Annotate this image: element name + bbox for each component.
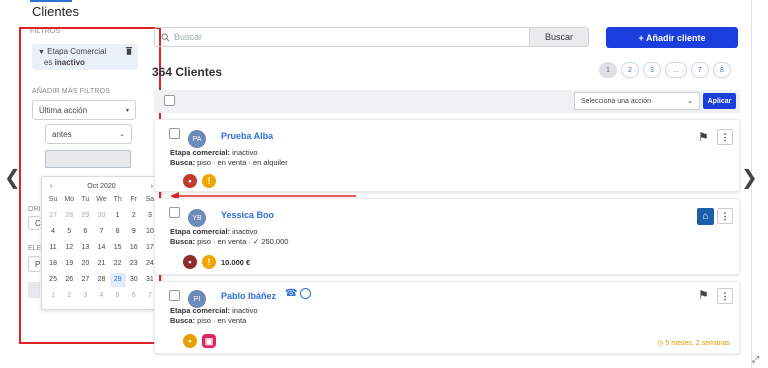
- page-2[interactable]: 2: [621, 62, 639, 78]
- last-contact-time: ◷ 5 meses, 2 semanas: [657, 340, 730, 347]
- clients-count: 364 Clientes: [152, 65, 223, 79]
- top-accent-line: [30, 0, 72, 2]
- next-arrow-icon[interactable]: ❯: [741, 165, 758, 189]
- client-card[interactable]: PI Pablo Ibáñez ☎ Etapa comercial: inact…: [154, 281, 740, 354]
- agent-avatar: •: [183, 334, 197, 348]
- search-criteria-label: Busca:: [170, 237, 196, 246]
- search-criteria-label: Busca:: [170, 316, 196, 325]
- stage-label: Etapa comercial:: [170, 227, 231, 236]
- client-card[interactable]: YB Yessica Boo Etapa comercial: inactivo…: [154, 198, 740, 275]
- more-options-icon[interactable]: ⋮: [717, 129, 733, 145]
- avatar: PA: [188, 130, 206, 148]
- bulk-action-placeholder: Selecciona una acción: [581, 97, 652, 105]
- stage-value: inactivo: [232, 227, 258, 236]
- client-checkbox[interactable]: [169, 128, 180, 139]
- warning-icon: !: [202, 174, 216, 188]
- stage-label: Etapa comercial:: [170, 306, 231, 315]
- budget-value: 10.000 €: [221, 257, 251, 267]
- page-3[interactable]: 3: [643, 62, 661, 78]
- resize-icon[interactable]: ⤢: [752, 354, 759, 365]
- client-name[interactable]: Pablo Ibáñez: [221, 291, 276, 301]
- stage-value: inactivo: [232, 148, 258, 157]
- add-client-button[interactable]: + Añadir cliente: [606, 27, 738, 48]
- stage-label: Etapa comercial:: [170, 148, 231, 157]
- client-name[interactable]: Yessica Boo: [221, 210, 274, 220]
- bulk-action-select[interactable]: Selecciona una acción ⌄: [574, 92, 700, 110]
- search-criteria-label: Busca:: [170, 158, 196, 167]
- page-7[interactable]: 7: [691, 62, 709, 78]
- apply-button[interactable]: Aplicar: [703, 93, 736, 109]
- page-1[interactable]: 1: [599, 62, 617, 78]
- search-button[interactable]: Buscar: [529, 27, 589, 47]
- search-input[interactable]: Buscar: [154, 27, 530, 47]
- page-8[interactable]: 8: [713, 62, 731, 78]
- page-ellipsis[interactable]: ...: [665, 62, 687, 78]
- chevron-down-icon: ⌄: [687, 98, 693, 105]
- client-checkbox[interactable]: [169, 290, 180, 301]
- agent-avatar: •: [183, 255, 197, 269]
- pagination: 1 2 3 ... 7 8: [599, 62, 731, 78]
- annotation-highlight-box: [19, 27, 161, 344]
- warning-icon: !: [202, 255, 216, 269]
- page-title: Clientes: [32, 4, 79, 19]
- whatsapp-icon[interactable]: [300, 288, 311, 299]
- avatar: YB: [188, 209, 206, 227]
- agent-avatar: •: [183, 174, 197, 188]
- client-name[interactable]: Prueba Alba: [221, 131, 273, 141]
- agent-assign-icon[interactable]: ⚑: [698, 130, 709, 144]
- more-options-icon[interactable]: ⋮: [717, 208, 733, 224]
- phone-icon[interactable]: ☎: [285, 288, 297, 299]
- search-placeholder: Buscar: [174, 32, 203, 42]
- search-criteria-value: piso · en venta: [197, 316, 247, 325]
- search-criteria-value: piso · en venta · ✓ 250.000: [197, 237, 289, 246]
- calendar-event-icon: ▣: [202, 334, 216, 348]
- agent-assign-icon[interactable]: ⚑: [698, 288, 709, 302]
- more-options-icon[interactable]: ⋮: [717, 288, 733, 304]
- search-criteria-value: piso · en venta · en alquiler: [197, 158, 288, 167]
- select-all-checkbox[interactable]: [164, 95, 175, 106]
- stage-value: inactivo: [232, 306, 258, 315]
- search-icon: [161, 32, 170, 41]
- client-card[interactable]: PA Prueba Alba Etapa comercial: inactivo…: [154, 119, 740, 192]
- client-checkbox[interactable]: [169, 207, 180, 218]
- last-contact-time-text: 5 meses, 2 semanas: [665, 340, 730, 347]
- house-icon[interactable]: ⌂: [697, 208, 714, 225]
